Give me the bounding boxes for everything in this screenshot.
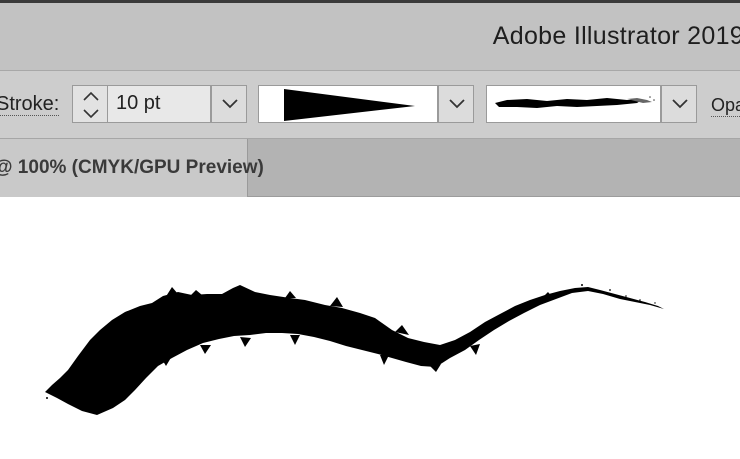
- charcoal-brush-icon: [495, 96, 655, 108]
- stroke-label[interactable]: Stroke:: [0, 93, 60, 116]
- control-bar: Stroke: 10 pt Opacity: [0, 71, 740, 139]
- brush-dropdown[interactable]: [661, 85, 697, 123]
- title-bar: Adobe Illustrator 2019: [0, 0, 740, 71]
- chevron-down-icon: [449, 99, 465, 109]
- brush-definition-preview[interactable]: [486, 85, 661, 123]
- stroke-weight-input[interactable]: 10 pt: [108, 85, 211, 123]
- chevron-down-icon: [222, 99, 238, 109]
- width-profile-dropdown[interactable]: [438, 85, 474, 123]
- stroke-weight-stepper[interactable]: [72, 85, 108, 123]
- variable-width-profile-preview[interactable]: [258, 85, 438, 123]
- opacity-label[interactable]: Opacity: [711, 95, 740, 117]
- chevron-down-icon: [672, 99, 688, 109]
- width-profile-taper-icon: [284, 89, 415, 121]
- app-title: Adobe Illustrator 2019: [492, 22, 740, 50]
- stepper-arrows-icon[interactable]: [73, 86, 109, 124]
- artboard-canvas[interactable]: [0, 197, 740, 454]
- document-tab-bar: @ 100% (CMYK/GPU Preview): [0, 139, 740, 197]
- stroke-weight-dropdown[interactable]: [211, 85, 247, 123]
- document-tab[interactable]: @ 100% (CMYK/GPU Preview): [0, 139, 264, 197]
- brush-stroke-path[interactable]: [0, 197, 740, 454]
- document-tab-label: @ 100% (CMYK/GPU Preview): [0, 157, 264, 178]
